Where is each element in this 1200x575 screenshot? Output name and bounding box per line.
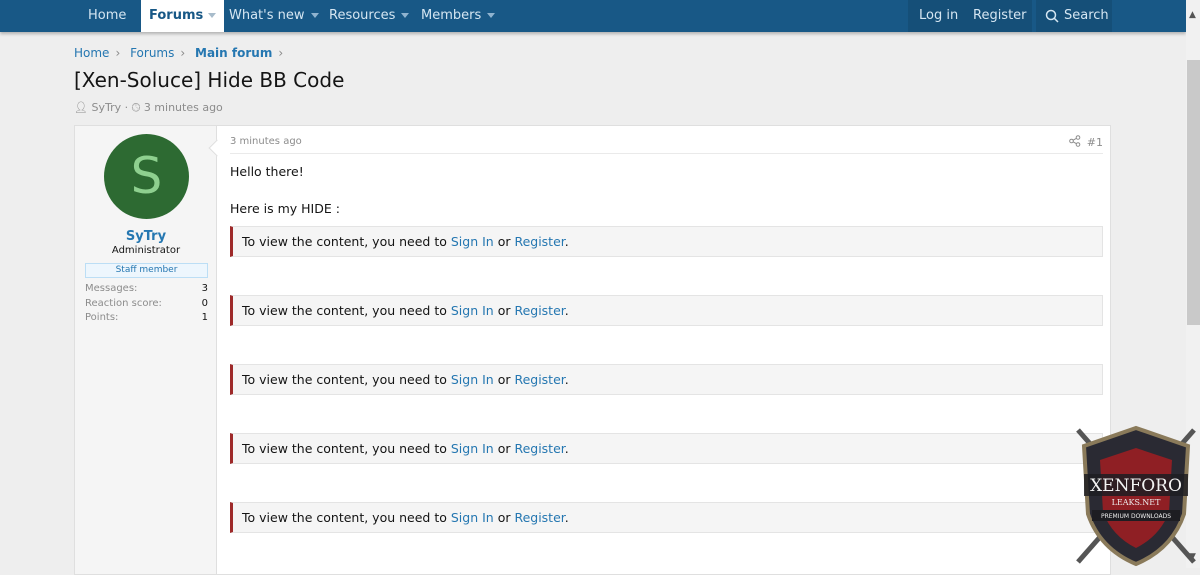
chevron-down-icon[interactable] [401, 13, 410, 18]
hide-suffix: . [564, 441, 569, 456]
svg-text:LEAKS.NET: LEAKS.NET [1112, 498, 1161, 507]
breadcrumb-main-forum[interactable]: Main forum [195, 46, 272, 60]
scroll-up-icon[interactable]: ▲ [1189, 10, 1196, 20]
stat-value: 1 [201, 312, 208, 323]
user-title: Administrator [111, 245, 181, 256]
breadcrumb: Home › Forums › Main forum › [74, 46, 289, 60]
thread-author[interactable]: SyTry [91, 101, 121, 114]
thread-meta: 👤︎ SyTry · 🕓︎ 3 minutes ago [74, 101, 223, 114]
hide-message: To view the content, you need to [242, 303, 451, 318]
search-icon [1045, 9, 1059, 23]
staff-badge: Staff member [85, 263, 208, 278]
breadcrumb-home[interactable]: Home [74, 46, 109, 60]
chevron-down-icon[interactable] [487, 13, 496, 18]
nav-home[interactable]: Home [88, 0, 126, 32]
user-icon: 👤︎ [74, 101, 88, 114]
thread-time[interactable]: 3 minutes ago [144, 101, 223, 114]
nav-resources[interactable]: Resources [329, 0, 410, 32]
top-nav: Home Forums What's new Resources Members… [0, 0, 1186, 32]
breadcrumb-forums[interactable]: Forums [130, 46, 174, 60]
stat-value: 0 [201, 298, 208, 309]
search-button[interactable]: Search [1036, 0, 1112, 32]
account-group: Log in Register [908, 0, 1032, 32]
sign-in-link[interactable]: Sign In [451, 234, 494, 249]
hide-or: or [493, 441, 515, 456]
hide-message: To view the content, you need to [242, 372, 451, 387]
hide-block: To view the content, you need to Sign In… [230, 364, 1103, 395]
chevron-down-icon[interactable] [310, 13, 319, 18]
stat-label: Messages: [85, 283, 138, 294]
hide-message: To view the content, you need to [242, 510, 451, 525]
nav-members[interactable]: Members [421, 0, 496, 32]
share-icon[interactable] [1069, 135, 1081, 147]
login-link[interactable]: Log in [919, 0, 958, 32]
register-link[interactable]: Register [973, 0, 1027, 32]
hide-or: or [493, 372, 515, 387]
stat-label: Points: [85, 312, 119, 323]
post-number[interactable]: #1 [1087, 136, 1103, 149]
hide-or: or [493, 303, 515, 318]
nav-forums[interactable]: Forums [141, 0, 225, 32]
nav-members-label: Members [421, 8, 482, 23]
user-panel: S SyTry Administrator Staff member Messa… [75, 126, 217, 574]
sign-in-link[interactable]: Sign In [451, 372, 494, 387]
scrollbar-thumb[interactable] [1187, 60, 1200, 325]
register-link[interactable]: Register [514, 510, 564, 525]
hide-or: or [493, 510, 515, 525]
hide-block: To view the content, you need to Sign In… [230, 295, 1103, 326]
post-time[interactable]: 3 minutes ago [230, 136, 302, 147]
nav-forums-label: Forums [149, 8, 204, 23]
sign-in-link[interactable]: Sign In [451, 441, 494, 456]
hide-block: To view the content, you need to Sign In… [230, 226, 1103, 257]
register-link[interactable]: Register [514, 234, 564, 249]
hide-or: or [493, 234, 515, 249]
nav-whats-new[interactable]: What's new [229, 0, 319, 32]
chevron-down-icon[interactable] [208, 13, 217, 18]
clock-icon: 🕓︎ [131, 101, 141, 114]
stat-reaction-score: Reaction score: 0 [85, 298, 208, 309]
chevron-right-icon: › [115, 46, 121, 60]
post-header: 3 minutes ago #1 [230, 135, 1103, 154]
register-link[interactable]: Register [514, 441, 564, 456]
hide-block: To view the content, you need to Sign In… [230, 502, 1103, 533]
post: S SyTry Administrator Staff member Messa… [74, 125, 1111, 575]
stat-label: Reaction score: [85, 298, 162, 309]
nav-whats-new-label: What's new [229, 8, 305, 23]
sign-in-link[interactable]: Sign In [451, 510, 494, 525]
svg-text:PREMIUM DOWNLOADS: PREMIUM DOWNLOADS [1101, 513, 1171, 520]
post-text: Hello there! [230, 164, 304, 179]
svg-text:XENFORO: XENFORO [1090, 476, 1182, 496]
chevron-right-icon: › [180, 46, 186, 60]
chevron-right-icon: › [278, 46, 284, 60]
stat-points: Points: 1 [85, 312, 208, 323]
sign-in-link[interactable]: Sign In [451, 303, 494, 318]
hide-message: To view the content, you need to [242, 441, 451, 456]
username[interactable]: SyTry [75, 229, 217, 244]
hide-suffix: . [564, 510, 569, 525]
hide-suffix: . [564, 234, 569, 249]
stat-value: 3 [201, 283, 208, 294]
register-link[interactable]: Register [514, 303, 564, 318]
hide-block: To view the content, you need to Sign In… [230, 433, 1103, 464]
avatar[interactable]: S [104, 134, 189, 219]
register-link[interactable]: Register [514, 372, 564, 387]
nav-resources-label: Resources [329, 8, 396, 23]
hide-suffix: . [564, 303, 569, 318]
post-text: Here is my HIDE : [230, 201, 340, 216]
xenforo-leaks-watermark-logo: XENFORO LEAKS.NET PREMIUM DOWNLOADS [1076, 425, 1196, 567]
search-label: Search [1064, 8, 1109, 23]
page-title: [Xen-Soluce] Hide BB Code [74, 68, 345, 92]
stat-messages: Messages: 3 [85, 283, 208, 294]
hide-message: To view the content, you need to [242, 234, 451, 249]
hide-suffix: . [564, 372, 569, 387]
